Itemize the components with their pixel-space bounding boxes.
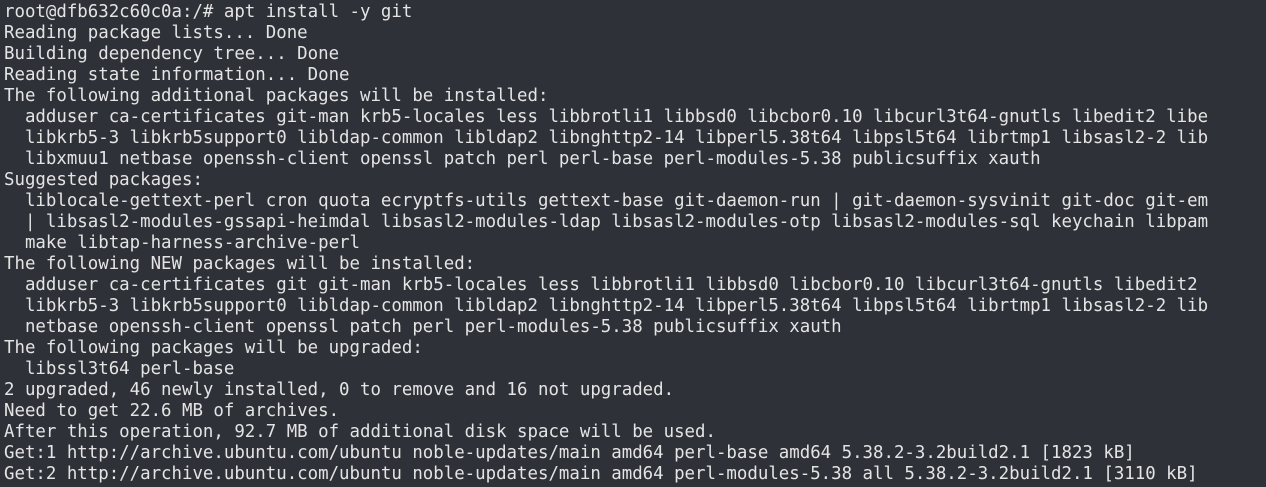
terminal-line: Need to get 22.6 MB of archives. [4,401,340,421]
terminal-line: The following NEW packages will be insta… [4,254,476,274]
terminal-line: liblocale-gettext-perl cron quota ecrypt… [4,191,1209,211]
terminal-line: adduser ca-certificates git-man krb5-loc… [4,107,1209,127]
terminal-line: Reading package lists... Done [4,23,308,43]
terminal-output[interactable]: root@dfb632c60c0a:/# apt install -y git … [4,2,1266,487]
terminal-window[interactable]: root@dfb632c60c0a:/# apt install -y git … [0,0,1266,487]
terminal-line: The following additional packages will b… [4,86,549,106]
terminal-line: Get:2 http://archive.ubuntu.com/ubuntu n… [4,464,1198,484]
terminal-line: libxmuu1 netbase openssh-client openssl … [4,149,1041,169]
shell-prompt-command: root@dfb632c60c0a:/# apt install -y git [4,2,413,22]
terminal-line: netbase openssh-client openssl patch per… [4,317,842,337]
terminal-line: The following packages will be upgraded: [4,338,423,358]
terminal-line: | libsasl2-modules-gssapi-heimdal libsas… [4,212,1209,232]
terminal-line: Reading state information... Done [4,65,350,85]
terminal-line: libkrb5-3 libkrb5support0 libldap-common… [4,296,1209,316]
terminal-line: libkrb5-3 libkrb5support0 libldap-common… [4,128,1209,148]
terminal-line: adduser ca-certificates git git-man krb5… [4,275,1198,295]
terminal-line: 2 upgraded, 46 newly installed, 0 to rem… [4,380,675,400]
terminal-line: libssl3t64 perl-base [4,359,235,379]
terminal-line: Suggested packages: [4,170,203,190]
terminal-line: Get:1 http://archive.ubuntu.com/ubuntu n… [4,443,1135,463]
terminal-line: After this operation, 92.7 MB of additio… [4,422,716,442]
terminal-line: make libtap-harness-archive-perl [4,233,360,253]
terminal-line: Building dependency tree... Done [4,44,340,64]
